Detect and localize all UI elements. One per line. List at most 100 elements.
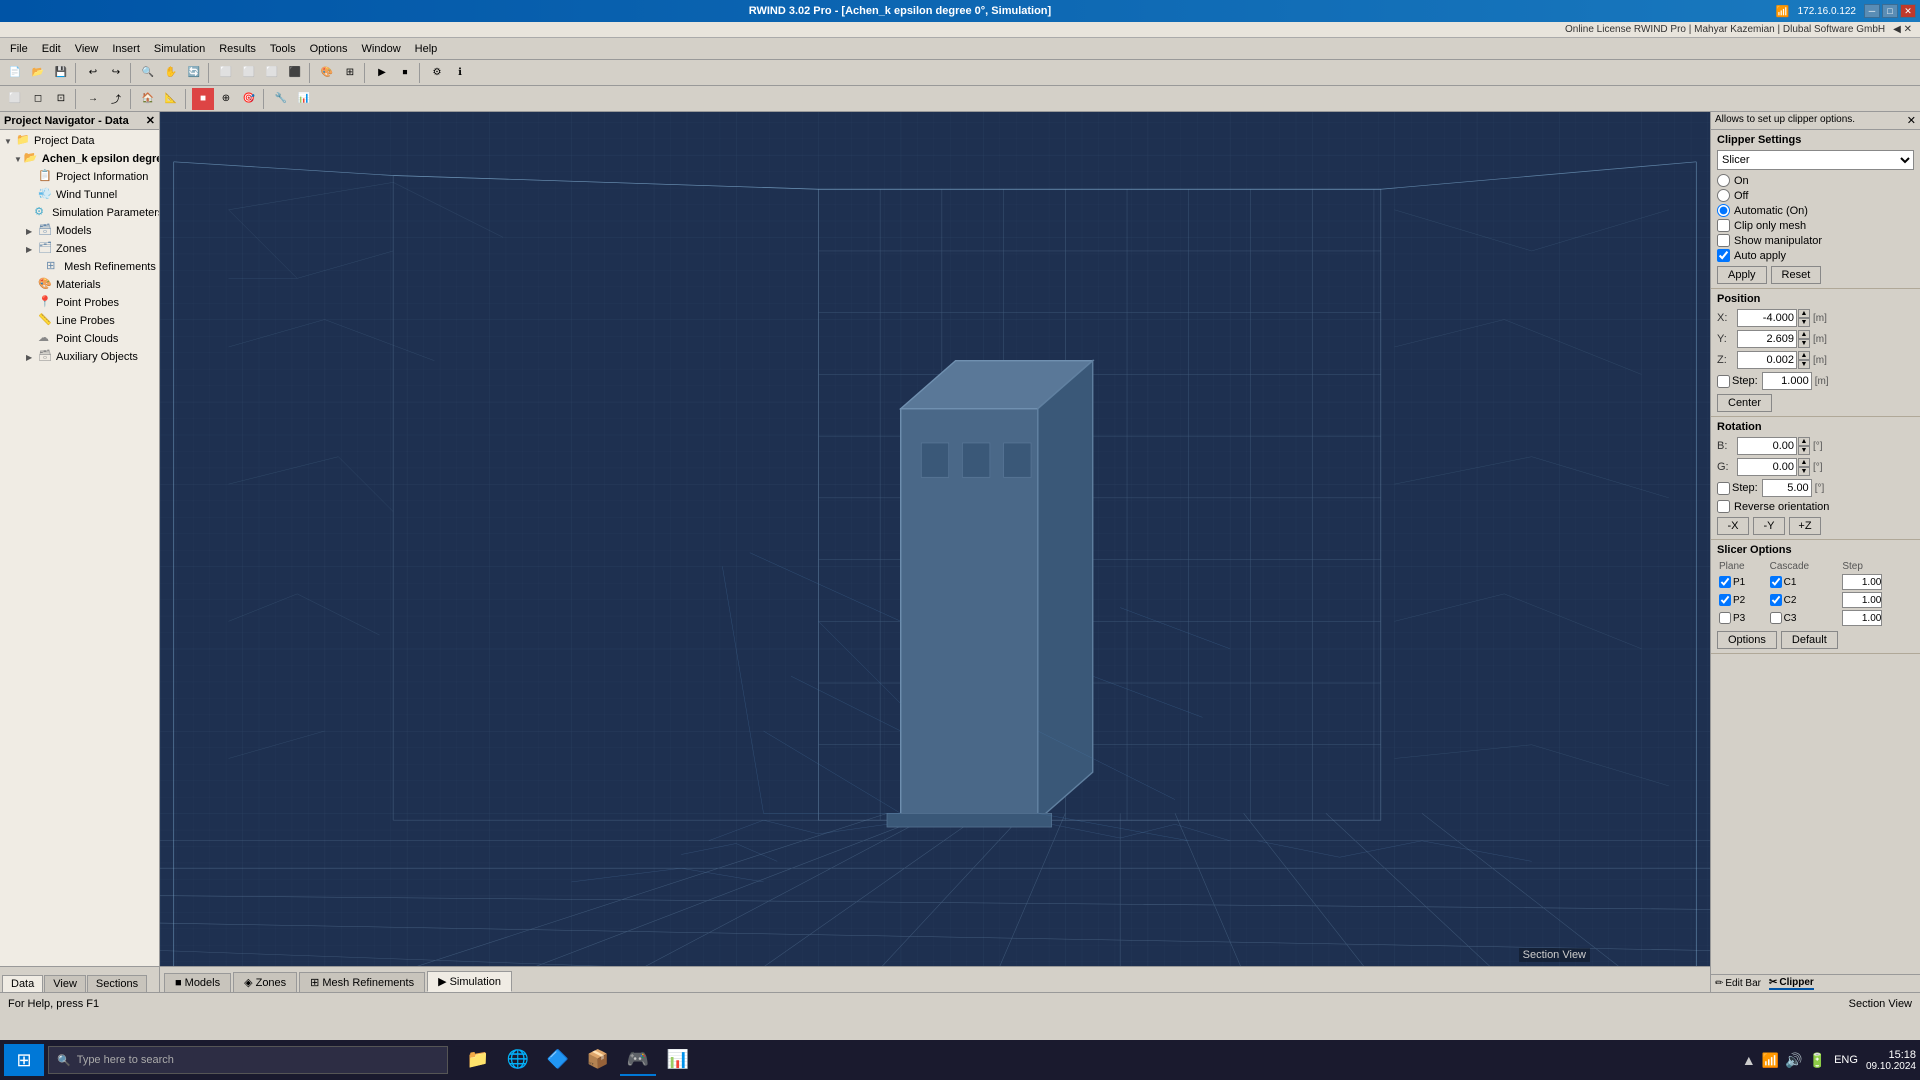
menu-help[interactable]: Help — [409, 41, 444, 57]
show-manipulator-checkbox[interactable] — [1717, 234, 1730, 247]
radio-on-input[interactable] — [1717, 174, 1730, 187]
view-top-btn[interactable]: ⬜ — [238, 62, 260, 84]
menu-window[interactable]: Window — [356, 41, 407, 57]
p3-step-input[interactable] — [1842, 610, 1882, 626]
taskbar-search[interactable]: 🔍 Type here to search — [48, 1046, 448, 1074]
taskbar-app-1[interactable]: 🔷 — [540, 1044, 576, 1076]
tb2-btn8[interactable]: ■ — [192, 88, 214, 110]
p3-checkbox[interactable] — [1719, 612, 1731, 624]
p1-step-input[interactable] — [1842, 574, 1882, 590]
clipper-close-btn[interactable]: ✕ — [1907, 114, 1916, 127]
clipper-type-select[interactable]: Slicer Box Sphere — [1717, 150, 1914, 170]
taskbar-app-rwind[interactable]: 🎮 — [620, 1044, 656, 1076]
taskbar-datetime[interactable]: 15:18 09.10.2024 — [1866, 1049, 1916, 1072]
tree-item-materials[interactable]: ▶ 🎨 Materials — [2, 276, 157, 294]
save-btn[interactable]: 💾 — [50, 62, 72, 84]
navigator-close-btn[interactable]: ✕ — [146, 114, 155, 127]
tb2-btn11[interactable]: 🔧 — [270, 88, 292, 110]
minimize-button[interactable]: ─ — [1864, 4, 1880, 18]
rot-g-input[interactable] — [1737, 458, 1797, 476]
tb2-btn1[interactable]: ⬜ — [4, 88, 26, 110]
close-button[interactable]: ✕ — [1900, 4, 1916, 18]
pos-y-down-btn[interactable]: ▼ — [1798, 339, 1810, 348]
rot-step-checkbox[interactable] — [1717, 482, 1730, 495]
rot-b-down-btn[interactable]: ▼ — [1798, 446, 1810, 455]
zoom-btn[interactable]: 🔍 — [137, 62, 159, 84]
menu-view[interactable]: View — [69, 41, 105, 57]
pan-btn[interactable]: ✋ — [160, 62, 182, 84]
center-button[interactable]: Center — [1717, 394, 1772, 412]
p2-checkbox[interactable] — [1719, 594, 1731, 606]
tree-item-aux-objects[interactable]: ▶ 🗃 Auxiliary Objects — [2, 348, 157, 366]
clip-only-mesh-checkbox[interactable] — [1717, 219, 1730, 232]
tab-zones[interactable]: ◈ Zones — [233, 972, 297, 992]
taskbar-arrow-icon[interactable]: ▲ — [1742, 1052, 1756, 1068]
neg-x-axis-button[interactable]: -X — [1717, 517, 1749, 535]
tree-item-mesh-refinements[interactable]: ▶ ⊞ Mesh Refinements — [2, 258, 157, 276]
nav-tab-sections[interactable]: Sections — [87, 975, 147, 992]
taskbar-app-edge[interactable]: 🌐 — [500, 1044, 536, 1076]
step-input[interactable] — [1762, 372, 1812, 390]
taskbar-app-2[interactable]: 📦 — [580, 1044, 616, 1076]
menu-edit[interactable]: Edit — [36, 41, 67, 57]
rot-step-input[interactable] — [1762, 479, 1812, 497]
tree-item-line-probes[interactable]: ▶ 📏 Line Probes — [2, 312, 157, 330]
tree-item-point-clouds[interactable]: ▶ ☁ Point Clouds — [2, 330, 157, 348]
neg-y-axis-button[interactable]: -Y — [1753, 517, 1785, 535]
run-btn[interactable]: ▶ — [371, 62, 393, 84]
taskbar-volume-icon[interactable]: 🔊 — [1785, 1052, 1802, 1069]
tb2-btn10[interactable]: 🎯 — [238, 88, 260, 110]
c1-checkbox[interactable] — [1770, 576, 1782, 588]
menu-options[interactable]: Options — [304, 41, 354, 57]
maximize-button[interactable]: □ — [1882, 4, 1898, 18]
c3-checkbox[interactable] — [1770, 612, 1782, 624]
menu-simulation[interactable]: Simulation — [148, 41, 211, 57]
tree-item-models[interactable]: ▶ 🗃 Models — [2, 222, 157, 240]
tree-item-point-probes[interactable]: ▶ 📍 Point Probes — [2, 294, 157, 312]
tb2-btn9[interactable]: ⊕ — [215, 88, 237, 110]
rot-g-up-btn[interactable]: ▲ — [1798, 458, 1810, 467]
menu-insert[interactable]: Insert — [106, 41, 146, 57]
tab-models[interactable]: ■ Models — [164, 973, 231, 992]
reverse-orient-checkbox[interactable] — [1717, 500, 1730, 513]
open-btn[interactable]: 📂 — [27, 62, 49, 84]
p1-checkbox[interactable] — [1719, 576, 1731, 588]
pos-z-up-btn[interactable]: ▲ — [1798, 351, 1810, 360]
license-collapse-btn[interactable]: ◀ ✕ — [1893, 24, 1912, 35]
radio-auto-input[interactable] — [1717, 204, 1730, 217]
auto-apply-checkbox[interactable] — [1717, 249, 1730, 262]
tb2-btn7[interactable]: 📐 — [160, 88, 182, 110]
viewport[interactable]: Section View — [160, 112, 1710, 966]
tree-item-project-info[interactable]: ▶ 📋 Project Information — [2, 168, 157, 186]
redo-btn[interactable]: ↪ — [105, 62, 127, 84]
tb2-btn6[interactable]: 🏠 — [137, 88, 159, 110]
tree-item-wind-tunnel[interactable]: ▶ 💨 Wind Tunnel — [2, 186, 157, 204]
nav-tab-data[interactable]: Data — [2, 975, 43, 992]
tb2-btn3[interactable]: ⊡ — [50, 88, 72, 110]
apply-button[interactable]: Apply — [1717, 266, 1767, 284]
pos-x-up-btn[interactable]: ▲ — [1798, 309, 1810, 318]
menu-results[interactable]: Results — [213, 41, 262, 57]
taskbar-app-files[interactable]: 📁 — [460, 1044, 496, 1076]
taskbar-network-icon[interactable]: 📶 — [1762, 1052, 1779, 1069]
undo-btn[interactable]: ↩ — [82, 62, 104, 84]
tree-item-project[interactable]: ▼ 📂 Achen_k epsilon degree 0 — [2, 150, 157, 168]
menu-tools[interactable]: Tools — [264, 41, 302, 57]
pos-x-down-btn[interactable]: ▼ — [1798, 318, 1810, 327]
info-btn[interactable]: ℹ — [449, 62, 471, 84]
tb2-btn2[interactable]: ◻ — [27, 88, 49, 110]
tb2-btn12[interactable]: 📊 — [293, 88, 315, 110]
pos-y-input[interactable] — [1737, 330, 1797, 348]
start-button[interactable]: ⊞ — [4, 1044, 44, 1076]
tab-simulation[interactable]: ▶ Simulation — [427, 971, 512, 992]
pos-y-up-btn[interactable]: ▲ — [1798, 330, 1810, 339]
new-btn[interactable]: 📄 — [4, 62, 26, 84]
rot-b-up-btn[interactable]: ▲ — [1798, 437, 1810, 446]
view-front-btn[interactable]: ⬜ — [215, 62, 237, 84]
pos-z-axis-button[interactable]: +Z — [1789, 517, 1821, 535]
render-btn[interactable]: 🎨 — [316, 62, 338, 84]
slicer-options-button[interactable]: Options — [1717, 631, 1777, 649]
edit-bar-tab[interactable]: ✏ Edit Bar — [1715, 978, 1761, 989]
rot-b-input[interactable] — [1737, 437, 1797, 455]
tb2-btn5[interactable]: ⤴ — [105, 88, 127, 110]
